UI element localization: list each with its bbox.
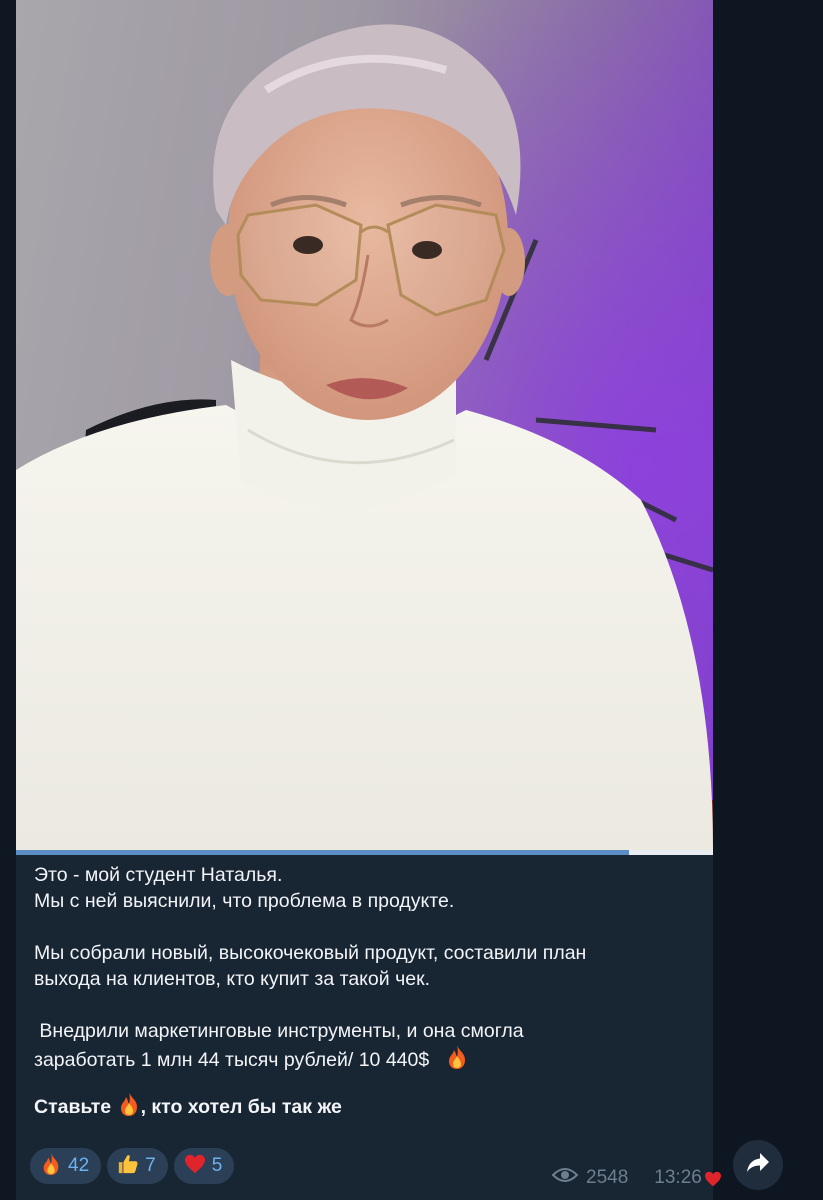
heart-icon xyxy=(704,1171,722,1193)
video-frame xyxy=(16,0,713,850)
fire-icon xyxy=(40,1152,62,1181)
post-time: 13:26 xyxy=(654,1167,702,1188)
caption-line: Это - мой студент Наталья. xyxy=(34,864,283,886)
call-to-action: Ставьте , кто хотел бы так же xyxy=(34,1091,694,1124)
caption-line: выхода на клиентов, кто купит за такой ч… xyxy=(34,968,431,990)
forward-button[interactable] xyxy=(733,1140,783,1190)
share-arrow-icon xyxy=(746,1152,770,1179)
post-caption: Это - мой студент Наталья. Мы с ней выяс… xyxy=(34,862,694,1124)
reaction-count: 42 xyxy=(68,1155,90,1176)
reaction-count: 5 xyxy=(211,1155,223,1176)
caption-line: Мы с ней выяснили, что проблема в продук… xyxy=(34,890,455,912)
video-progress-fill xyxy=(16,850,630,855)
reaction-count: 7 xyxy=(145,1155,156,1176)
reactions-bar: 42 7 5 xyxy=(30,1148,235,1184)
view-count: 2548 xyxy=(586,1167,629,1188)
post-meta: 2548 13:26 xyxy=(551,1163,722,1193)
fire-icon xyxy=(445,1044,469,1077)
thumbs-up-icon xyxy=(117,1153,139,1180)
reaction-fire[interactable]: 42 xyxy=(30,1148,102,1184)
video-player[interactable] xyxy=(16,0,713,850)
channel-post: Это - мой студент Наталья. Мы с ней выяс… xyxy=(16,0,721,1200)
heart-icon xyxy=(184,1154,206,1179)
caption-line: Внедрили маркетинговые инструменты, и он… xyxy=(34,1020,524,1042)
caption-line: заработать 1 млн 44 тысяч рублей/ 10 440… xyxy=(34,1044,694,1077)
chat-left-edge xyxy=(0,0,16,1200)
video-progress-bar[interactable] xyxy=(16,850,713,855)
reaction-heart[interactable]: 5 xyxy=(173,1148,235,1184)
reaction-thumbs-up[interactable]: 7 xyxy=(107,1148,168,1184)
fire-icon xyxy=(117,1091,141,1124)
caption-line: Мы собрали новый, высокочековый продукт,… xyxy=(34,942,587,964)
eye-icon xyxy=(551,1167,579,1189)
